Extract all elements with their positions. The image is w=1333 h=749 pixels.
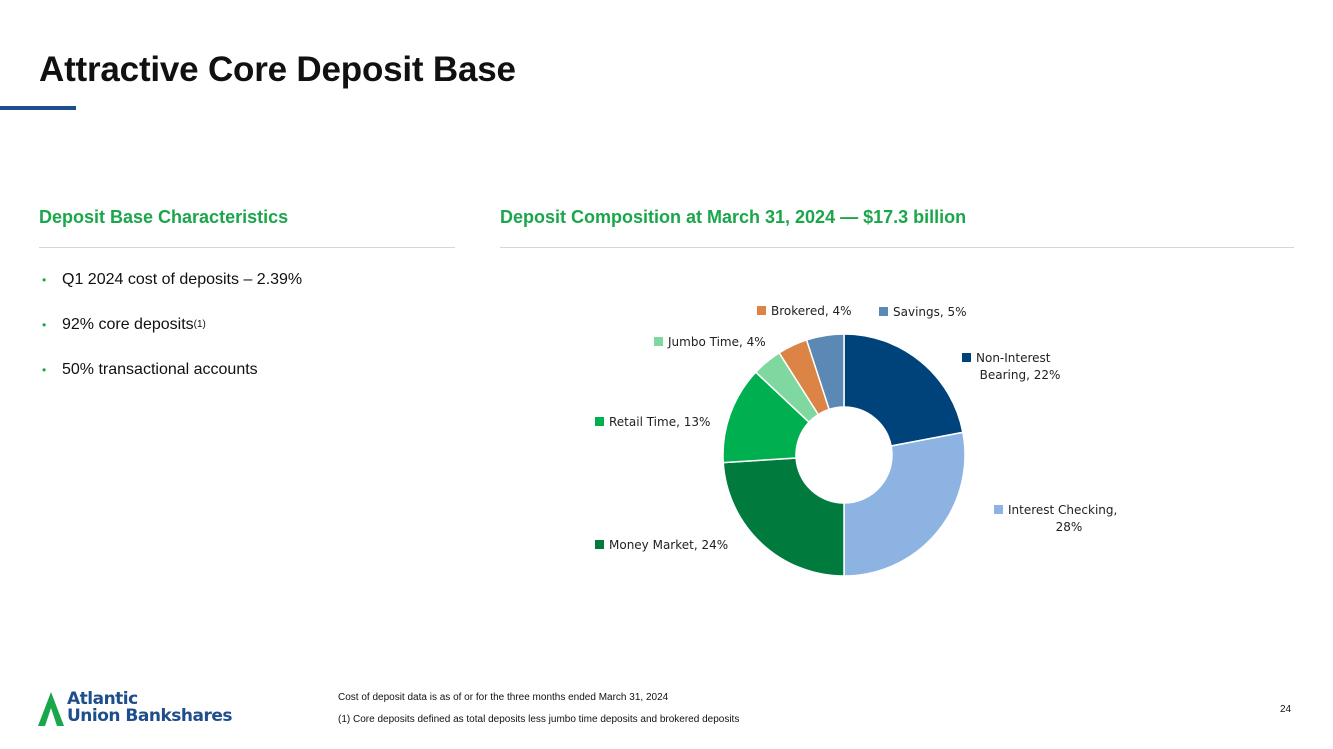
donut-slice-interest-checking	[843, 431, 966, 577]
legend-marker	[595, 540, 604, 549]
logo-line-2: Union Bankshares	[67, 706, 233, 726]
data-label: Savings, 5%	[893, 305, 967, 319]
data-label: Interest Checking,	[1008, 503, 1117, 517]
legend-marker	[757, 306, 766, 315]
footnote-cost-of-deposits: Cost of deposit data is as of or for the…	[338, 692, 669, 703]
donut-slice-money-market	[722, 457, 845, 577]
page-number: 24	[1280, 704, 1292, 715]
legend-marker	[654, 337, 663, 346]
data-label: Retail Time, 13%	[609, 415, 710, 429]
legend-marker	[994, 505, 1003, 514]
legend-marker	[595, 417, 604, 426]
footnote-core-deposits: (1) Core deposits defined as total depos…	[338, 714, 740, 725]
data-label: Bearing, 22%	[980, 368, 1061, 382]
data-label: 28%	[1056, 520, 1083, 534]
data-label: Brokered, 4%	[771, 304, 851, 318]
deposit-composition-donut-chart: Non-Interest Bearing, 22% Interest Checkin…	[595, 304, 1117, 577]
data-label: Jumbo Time, 4%	[667, 335, 766, 349]
data-label: Money Market, 24%	[609, 538, 728, 552]
data-label: Non-Interest	[976, 351, 1051, 365]
logo-mark-icon	[38, 692, 64, 726]
donut-slice-non-interest-bearing	[843, 333, 964, 447]
atlantic-union-logo: Atlantic Union Bankshares	[38, 690, 268, 730]
legend-marker	[879, 307, 888, 316]
legend-marker	[962, 353, 971, 362]
logo-wordmark: Atlantic Union Bankshares	[67, 691, 233, 726]
